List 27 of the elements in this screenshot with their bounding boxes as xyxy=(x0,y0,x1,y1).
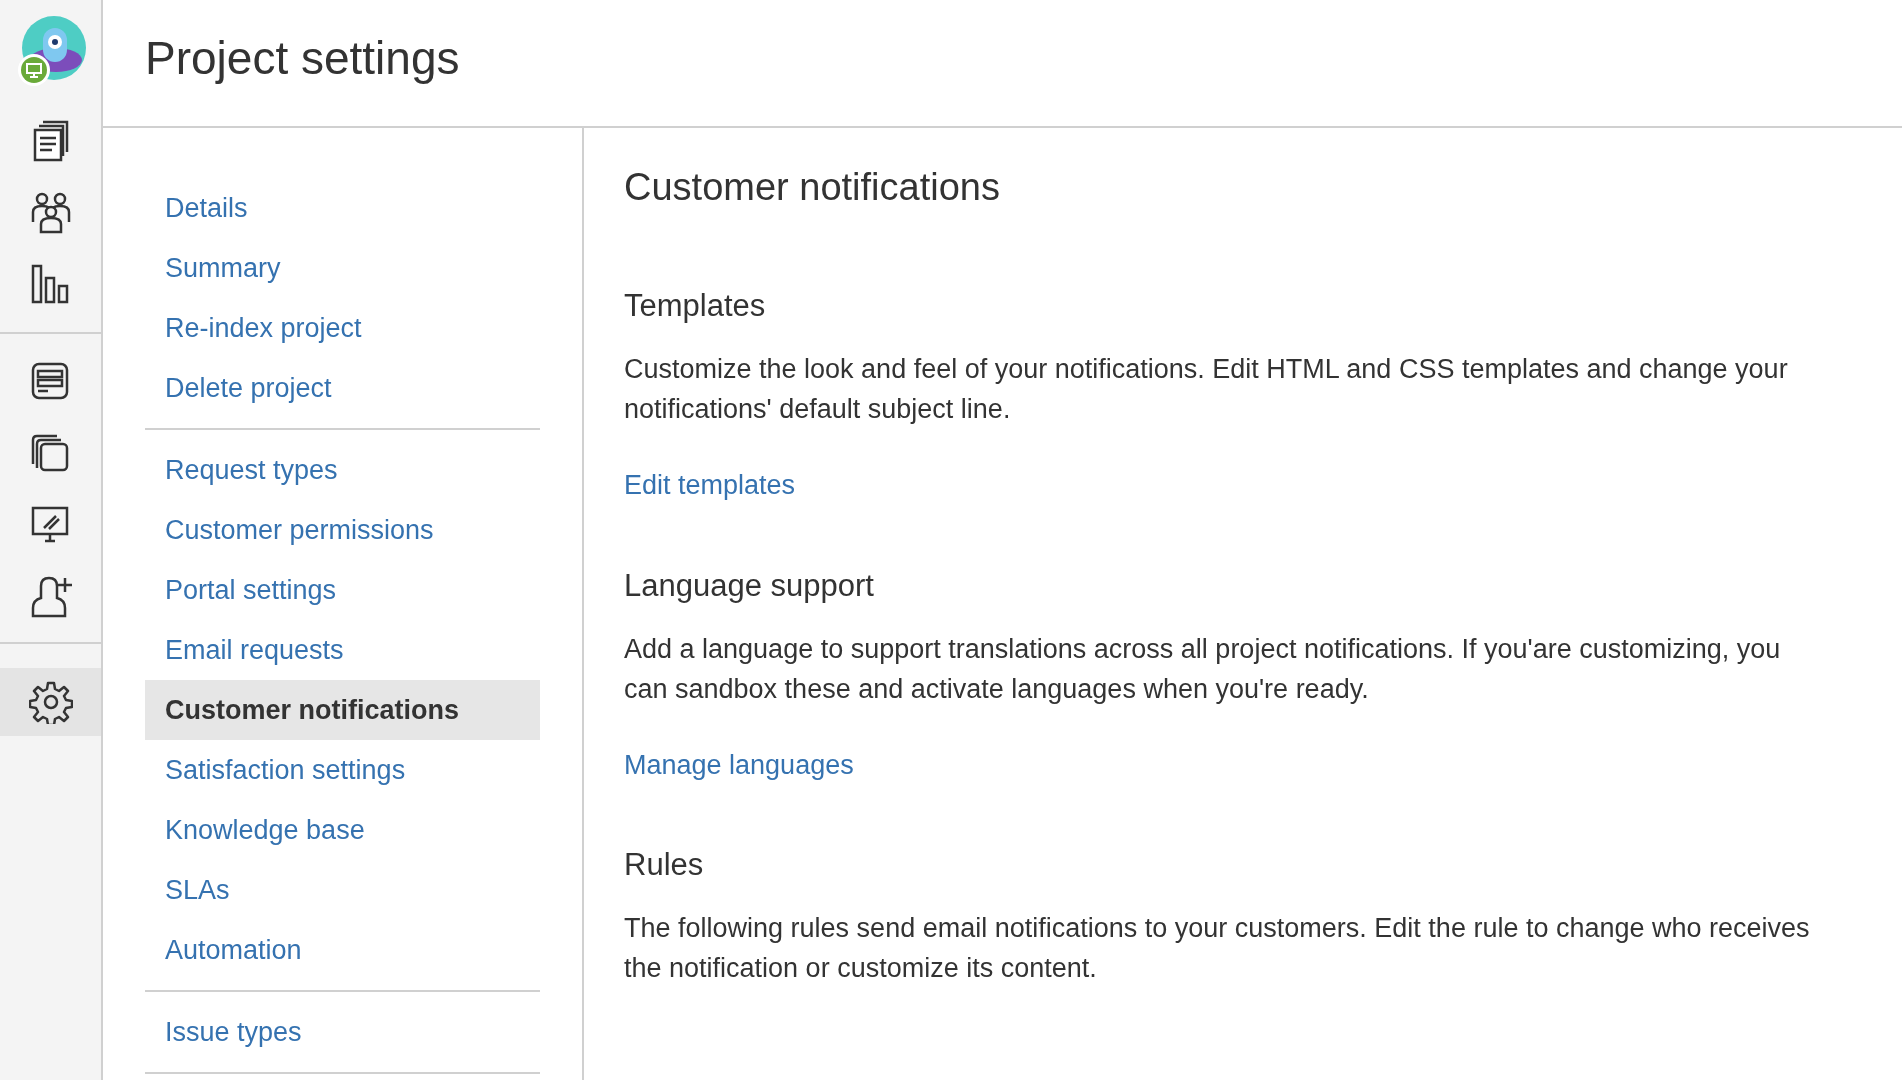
nav-link[interactable]: Customer notifications xyxy=(145,680,540,740)
nav-link[interactable]: SLAs xyxy=(145,860,540,920)
nav-link[interactable]: Issue types xyxy=(145,1002,540,1062)
page-title: Project settings xyxy=(145,35,460,86)
nav-link[interactable]: Email requests xyxy=(145,620,540,680)
nav-link[interactable]: Request types xyxy=(145,440,540,500)
description-text: Customize the look and feel of your notifications. Edit HTML and CSS templates and change your notifications' default subject line. xyxy=(624,353,1789,426)
nav-link[interactable]: Knowledge base xyxy=(145,800,540,860)
subsection-heading: Templates xyxy=(624,290,767,321)
logo-icon[interactable] xyxy=(15,16,86,88)
section-title: Customer notifications xyxy=(624,168,1001,206)
description-text: The following rules send email notifications to your customers. Edit the rule to change who receives the notification or customize its content. xyxy=(624,912,1811,985)
action-link[interactable]: Edit templates xyxy=(624,465,796,506)
subsection-heading: Language support xyxy=(624,569,875,601)
nav-link[interactable]: Summary xyxy=(145,238,540,298)
nav-link[interactable]: Satisfaction settings xyxy=(145,740,540,800)
nav-link[interactable]: Re-index project xyxy=(145,298,540,358)
description-text: Add a language to support translations across all project notifications. If you'are customizing, you can sandbox these and activate languages when you're ready. xyxy=(624,632,1782,706)
settings-icon xyxy=(28,680,73,724)
rail-button[interactable] xyxy=(0,668,101,736)
subsection-heading: Rules xyxy=(624,849,705,880)
nav-link[interactable]: Customer permissions xyxy=(145,500,540,560)
action-link[interactable]: Manage languages xyxy=(624,744,854,785)
nav-link[interactable]: Details xyxy=(145,178,540,238)
nav-link[interactable]: Automation xyxy=(145,920,540,980)
nav-link[interactable]: Delete project xyxy=(145,358,540,418)
nav-link[interactable]: Portal settings xyxy=(145,560,540,620)
